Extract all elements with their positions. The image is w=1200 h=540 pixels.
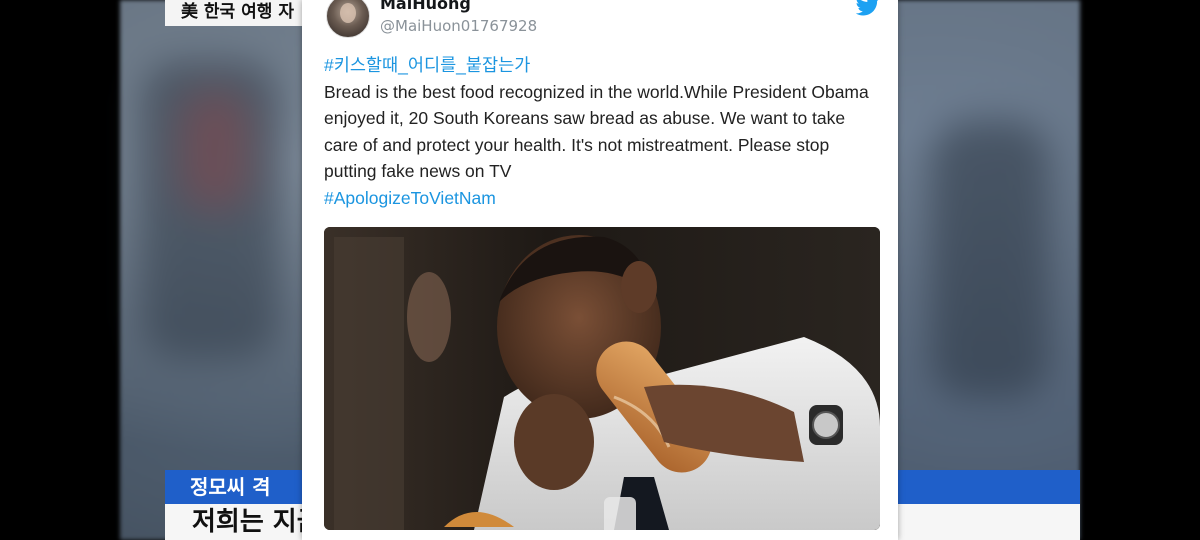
tweet-card: MaiHuong @MaiHuon01767928 #키스할때_어디를_붙잡는가…: [302, 0, 898, 540]
tweet-text: Bread is the best food recognized in the…: [324, 81, 869, 182]
hashtag-link-top[interactable]: #키스할때_어디를_붙잡는가: [324, 52, 876, 79]
tweet-handle[interactable]: @MaiHuon01767928: [380, 16, 537, 36]
news-caption-blue: 정모씨 격: [190, 475, 271, 499]
twitter-bird-icon: [856, 0, 879, 16]
avatar[interactable]: [326, 0, 370, 38]
news-headline-top: 美 한국 여행 자: [165, 0, 325, 26]
tweet-display-name[interactable]: MaiHuong: [380, 0, 471, 14]
video-frame: 美 한국 여행 자 정모씨 격 저희는 지금 MaiHuong @MaiHuon…: [0, 0, 1200, 540]
photo-man-eating-sandwich: [324, 227, 880, 530]
tweet-body: #키스할때_어디를_붙잡는가 Bread is the best food re…: [324, 52, 876, 211]
hashtag-link-bottom[interactable]: #ApologizeToVietNam: [324, 185, 876, 212]
tweet-photo[interactable]: [324, 227, 880, 530]
